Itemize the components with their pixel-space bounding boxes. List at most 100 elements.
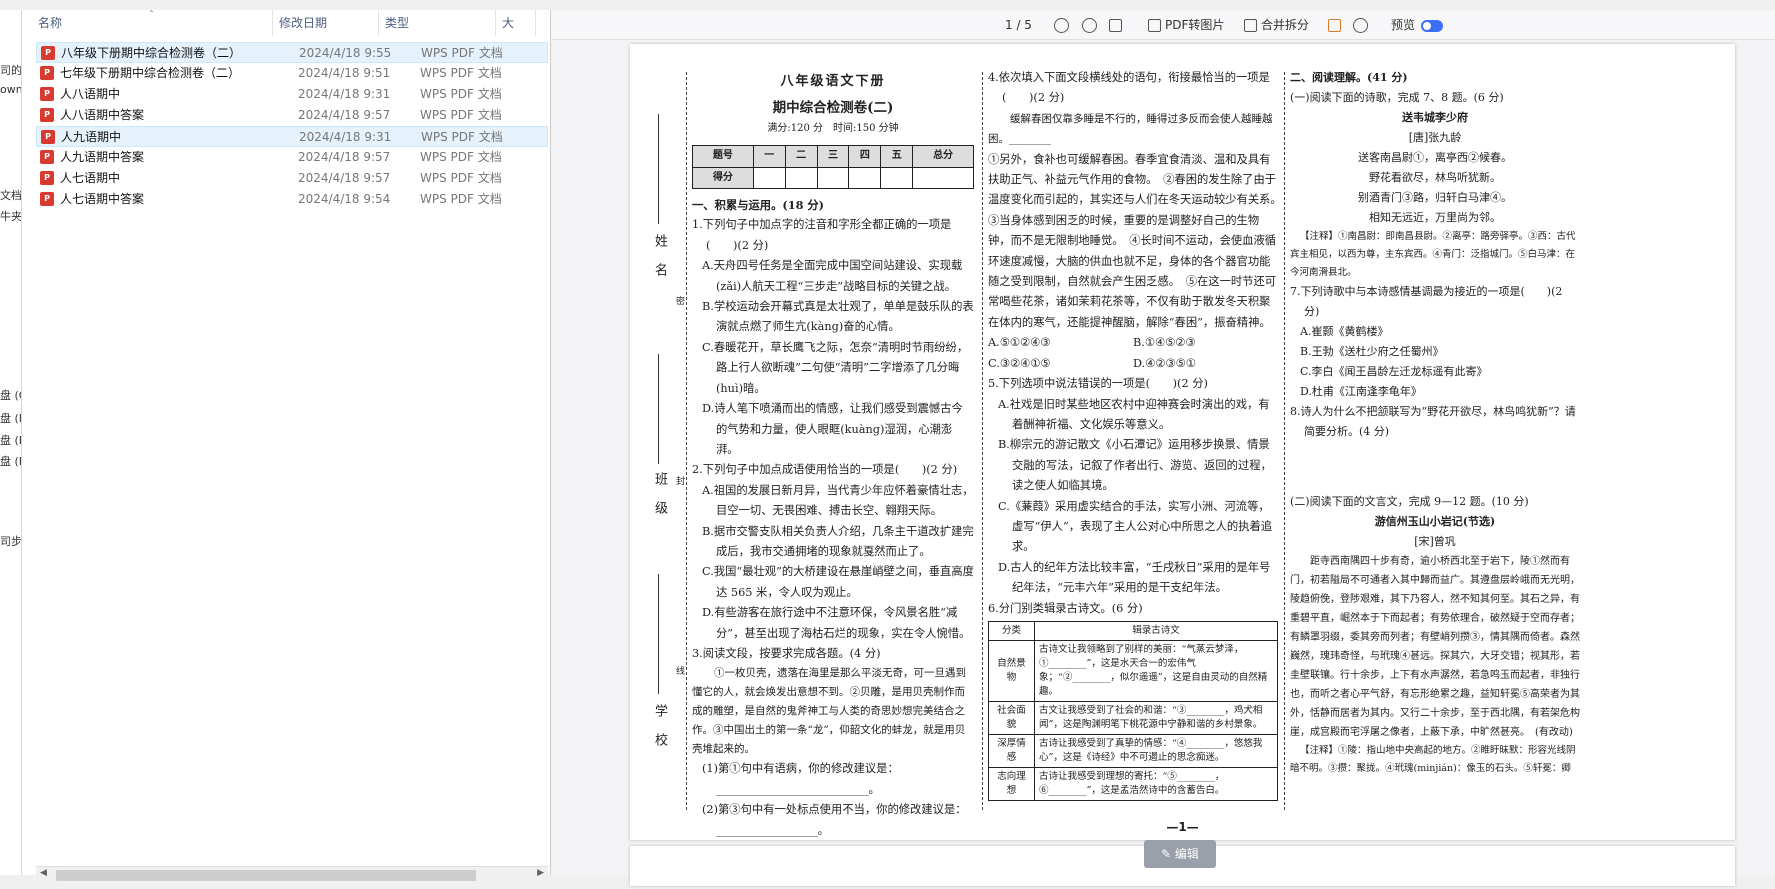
file-row[interactable]: P 人八语期中答案 2024/4/18 9:57 WPS PDF 文档 — [36, 105, 548, 126]
poem-line: 送客南昌尉①，离亭西②候春。 — [1358, 151, 1512, 164]
column-header-type[interactable]: 类型 — [379, 10, 496, 36]
apps-icon[interactable] — [1328, 16, 1345, 34]
essay-author: [宋]曾巩 — [1414, 535, 1456, 548]
file-name: 人八语期中 — [60, 87, 121, 101]
file-row[interactable]: P 人九语期中答案 2024/4/18 9:57 WPS PDF 文档 — [36, 147, 548, 168]
column-divider — [1284, 72, 1285, 810]
option: D.杜甫《江南逢李龟年》 — [1300, 385, 1422, 398]
file-date: 2024/4/18 9:51 — [298, 66, 391, 80]
option: A.崔颢《黄鹤楼》 — [1300, 325, 1389, 338]
horizontal-scrollbar[interactable]: ◀ ▶ — [36, 866, 548, 883]
annotation: 【注释】①陵：指山地中央高起的地方。②睢盱昧默：形容光线阴暗不明。③攒：聚拢。④… — [1290, 745, 1576, 774]
column-header-size[interactable]: 大 — [496, 10, 536, 36]
option: B.学校运动会开幕式真是太壮观了，单单是鼓乐队的表演就点燃了师生亢(kàng)奋… — [702, 300, 974, 334]
scrollbar-thumb[interactable] — [56, 870, 476, 881]
toggle-switch[interactable] — [1421, 19, 1444, 32]
screen: 司的 own 文档 牛夹 盘 (C 盘 (D 盘 (E 盘 (F 司步 名称 ⌃… — [0, 0, 1775, 889]
nav-item[interactable]: 司步 — [0, 533, 21, 549]
poem-table-header: 分类 — [988, 620, 1035, 641]
score-row-label: 得分 — [692, 166, 754, 190]
file-date: 2024/4/18 9:55 — [299, 46, 392, 60]
poem-category: 自然景物 — [988, 639, 1035, 702]
poem-table-header: 辑录古诗文 — [1034, 620, 1278, 641]
passage: ①另外，食补也可缓解春困。春季宜食清淡、温和及具有扶助正气、补益元气作用的食物。… — [988, 152, 1288, 329]
edit-button[interactable]: ✎ 编辑 — [1144, 840, 1216, 868]
page-number: —1— — [1166, 820, 1199, 834]
file-type: WPS PDF 文档 — [420, 87, 502, 101]
file-row[interactable]: P 人八语期中 2024/4/18 9:31 WPS PDF 文档 — [36, 84, 548, 105]
pdf-file-icon: P — [40, 192, 54, 206]
pdf-file-icon: P — [40, 171, 54, 185]
print-icon[interactable] — [1109, 16, 1126, 34]
file-explorer: 名称 ⌃ 修改日期 类型 大 P 八年级下册期中综合检测卷（二） 2024/4/… — [22, 9, 551, 883]
option: A.社戏是旧时某些地区农村中迎神赛会时演出的戏，有着酬神祈福、文化娱乐等意义。 — [998, 397, 1270, 431]
scroll-left-icon[interactable]: ◀ — [40, 868, 47, 878]
drive-item[interactable]: 盘 (F — [0, 453, 21, 469]
file-date: 2024/4/18 9:57 — [298, 108, 391, 122]
option: C.李白《闻王昌龄左迁龙标遥有此寄》 — [1300, 365, 1488, 378]
binding-line — [658, 114, 659, 224]
poem-text: 古诗让我感受到了真挚的情感：“④________，悠悠我心”，这是《诗经》中不可… — [1034, 733, 1278, 768]
help-icon[interactable] — [1353, 16, 1368, 34]
preview-toggle[interactable]: 预览 — [1391, 16, 1444, 34]
question: 1.下列句子中加点字的注音和字形全都正确的一项是( )(2 分) — [692, 218, 952, 252]
exam-column-1: 八年级语文下册 期中综合检测卷(二) 满分:120 分 时间:150 分钟 题号… — [692, 68, 974, 841]
question: 5.下列选项中说法错误的一项是( )(2 分) — [988, 377, 1208, 391]
score-header: 三 — [816, 145, 850, 168]
pdf-to-image-button[interactable]: PDF转图片 — [1148, 16, 1224, 34]
nav-item[interactable]: own — [0, 83, 21, 96]
file-date: 2024/4/18 9:57 — [298, 171, 391, 185]
file-row[interactable]: P 人九语期中 2024/4/18 9:31 WPS PDF 文档 — [36, 126, 548, 147]
nav-item[interactable]: 文档 — [0, 187, 21, 203]
option: B.王勃《送杜少府之任蜀州》 — [1300, 345, 1444, 358]
merge-split-button[interactable]: 合并拆分 — [1244, 16, 1309, 34]
file-name: 七年级下册期中综合检测卷（二） — [60, 66, 241, 80]
file-type: WPS PDF 文档 — [420, 108, 502, 122]
drive-item[interactable]: 盘 (E — [0, 432, 21, 448]
nav-item[interactable]: 司的 — [0, 62, 21, 78]
zoom-in-icon[interactable] — [1082, 16, 1097, 34]
binding-mark: 密 — [676, 297, 686, 307]
essay-title: 游信州玉山小岩记(节选) — [1374, 515, 1496, 528]
score-header: 题号 — [692, 145, 754, 168]
drive-item[interactable]: 盘 (C — [0, 387, 21, 403]
binding-label-school: 学 校 — [652, 704, 667, 753]
passage: 缓解春困仅靠多睡是不行的，睡得过多反而会使人越睡越困。________ — [988, 112, 1273, 146]
score-header: 四 — [848, 145, 882, 168]
exam-subtitle: 期中综合检测卷(二) — [772, 100, 894, 117]
option-grid: A.⑤①②④③ B.①④⑤②③ C.③②④①⑤ D.④②③⑤① — [988, 333, 1278, 374]
file-row[interactable]: P 八年级下册期中综合检测卷（二） 2024/4/18 9:55 WPS PDF… — [36, 42, 548, 63]
question: 2.下列句子中加点成语使用恰当的一项是( )(2 分) — [692, 463, 958, 477]
poem-category: 深厚情感 — [988, 733, 1035, 768]
pdf-file-icon: P — [40, 66, 54, 80]
file-row[interactable]: P 人七语期中答案 2024/4/18 9:54 WPS PDF 文档 — [36, 189, 548, 210]
file-name: 人九语期中 — [61, 130, 122, 144]
file-row[interactable]: P 人七语期中 2024/4/18 9:57 WPS PDF 文档 — [36, 168, 548, 189]
file-date: 2024/4/18 9:31 — [298, 87, 391, 101]
poem-category: 志向理想 — [988, 766, 1035, 801]
drive-item[interactable]: 盘 (D — [0, 410, 21, 426]
option: B.①④⑤②③ — [1133, 336, 1196, 350]
pdf-file-icon: P — [40, 108, 54, 122]
scroll-right-icon[interactable]: ▶ — [537, 868, 544, 878]
pdf-file-icon: P — [41, 130, 55, 144]
section-heading: 二、阅读理解。(41 分) — [1290, 71, 1408, 84]
column-header-name[interactable]: 名称 ⌃ — [32, 9, 273, 36]
option: C.我国“最壮观”的大桥建设在悬崖峭壁之间，垂直高度达 565 米，令人叹为观止… — [702, 565, 974, 599]
option: D.有些游客在旅行途中不注意环保，令风景名胜“减分”，甚至出现了海枯石烂的现象，… — [702, 606, 971, 640]
poem-line: 相知无远近，万里尚为邻。 — [1369, 211, 1501, 224]
file-row[interactable]: P 七年级下册期中综合检测卷（二） 2024/4/18 9:51 WPS PDF… — [36, 63, 548, 84]
zoom-out-icon[interactable] — [1054, 16, 1069, 34]
column-header-date[interactable]: 修改日期 — [273, 10, 379, 36]
pencil-icon: ✎ — [1161, 847, 1175, 861]
nav-item[interactable]: 牛夹 — [0, 208, 21, 224]
section-heading: 一、积累与运用。(18 分) — [692, 198, 825, 213]
binding-label-class: 班 级 — [652, 472, 667, 521]
question: 6.分门别类辑录古诗文。(6 分) — [988, 601, 1143, 615]
merge-icon — [1244, 19, 1257, 32]
question: 4.依次填入下面文段横线处的语句，衔接最恰当的一项是( )(2 分) — [988, 71, 1270, 105]
option: C.春暖花开，草长鹰飞之际，怎奈“清明时节雨纷纷，路上行人欲断魂”二句使“清明”… — [702, 340, 969, 395]
option: C.③②④①⑤ — [988, 356, 1051, 370]
page-indicator[interactable]: 1 / 5 — [1005, 16, 1032, 34]
file-type: WPS PDF 文档 — [420, 192, 502, 206]
